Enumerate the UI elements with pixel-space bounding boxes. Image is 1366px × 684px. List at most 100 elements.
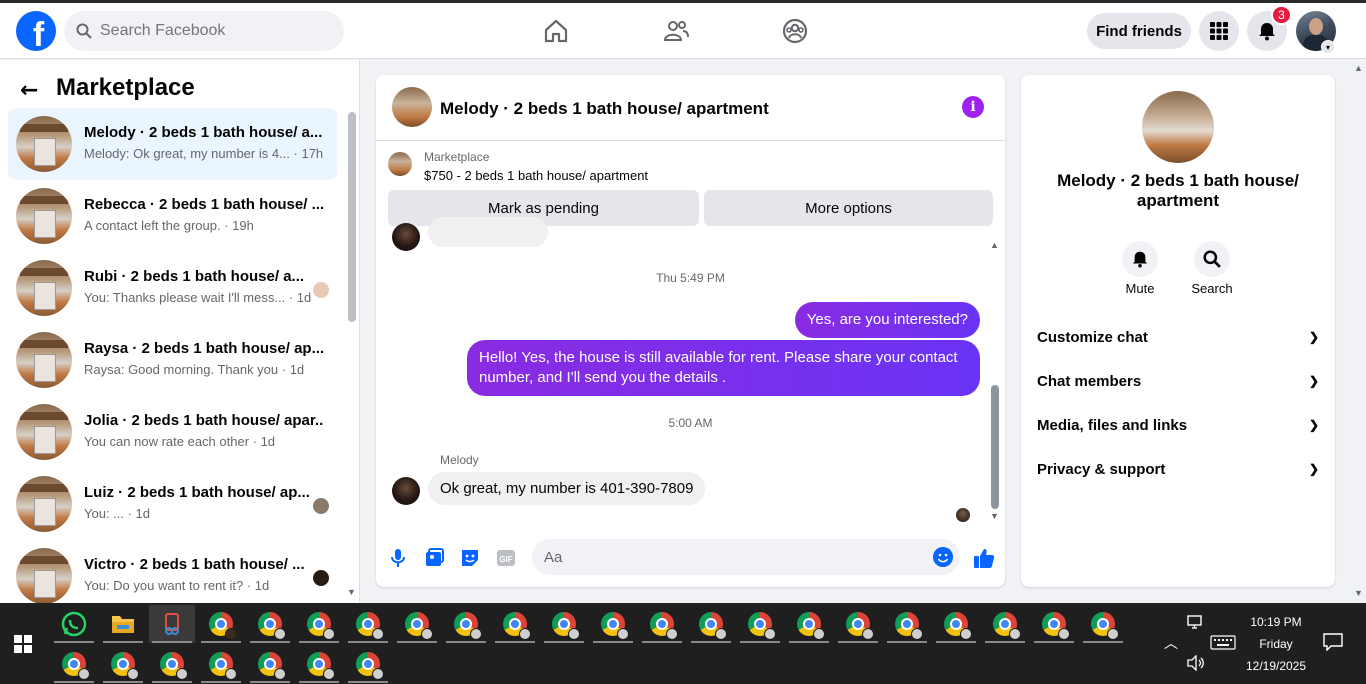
scroll-down-arrow-icon[interactable]: ▼: [990, 511, 999, 521]
media-files-links-section[interactable]: Media, files and links ❯: [1037, 405, 1319, 445]
chat-scrollbar[interactable]: [991, 385, 999, 509]
facebook-logo-icon[interactable]: f: [16, 11, 56, 51]
emoji-icon[interactable]: [933, 547, 953, 567]
chrome-taskbar-icon[interactable]: [394, 605, 440, 643]
chat-panel: Melody · 2 beds 1 bath house/ apartment …: [376, 75, 1005, 587]
keyboard-icon[interactable]: [1210, 635, 1236, 651]
chrome-taskbar-icon[interactable]: [688, 605, 734, 643]
marketplace-conversations-sidebar: ← Marketplace Melody · 2 beds 1 bath hou…: [0, 60, 360, 603]
message-thread: Thu 5:49 PM Yes, are you interested? Hel…: [376, 217, 1005, 527]
chrome-taskbar-icon[interactable]: [443, 605, 489, 643]
chrome-taskbar-icon[interactable]: [51, 645, 97, 683]
clock-date[interactable]: 12/19/2025: [1240, 659, 1312, 673]
notification-center-icon[interactable]: [1323, 633, 1343, 651]
chrome-taskbar-icon[interactable]: [345, 645, 391, 683]
network-icon[interactable]: [1187, 615, 1205, 631]
outgoing-message[interactable]: Yes, are you interested?: [794, 302, 980, 338]
sticker-icon[interactable]: [459, 547, 481, 569]
chrome-taskbar-icon[interactable]: [296, 605, 342, 643]
page-scroll-up-arrow-icon[interactable]: ▲: [1354, 63, 1363, 73]
thumbs-up-icon[interactable]: [972, 546, 996, 570]
snipping-tool-taskbar-icon[interactable]: [149, 605, 195, 643]
chrome-taskbar-icon[interactable]: [198, 605, 244, 643]
chat-details-panel: Melody · 2 beds 1 bath house/ apartment …: [1021, 75, 1335, 587]
chrome-taskbar-icon[interactable]: [639, 605, 685, 643]
chrome-taskbar-icon[interactable]: [1080, 605, 1126, 643]
chrome-taskbar-icon[interactable]: [541, 605, 587, 643]
chrome-taskbar-icon[interactable]: [247, 645, 293, 683]
chrome-taskbar-icon[interactable]: [1031, 605, 1077, 643]
listing-thumbnail: [16, 476, 72, 532]
seen-avatar: [313, 570, 329, 586]
menu-button[interactable]: [1199, 11, 1239, 51]
chat-members-section[interactable]: Chat members ❯: [1037, 361, 1319, 401]
chrome-taskbar-icon[interactable]: [100, 645, 146, 683]
windows-start-icon[interactable]: [14, 635, 32, 653]
privacy-support-section[interactable]: Privacy & support ❯: [1037, 449, 1319, 489]
conversation-avatar[interactable]: [1142, 91, 1214, 163]
conversation-item[interactable]: Rebecca · 2 beds 1 bath house/ ... A con…: [8, 180, 337, 252]
chrome-taskbar-icon[interactable]: [933, 605, 979, 643]
chrome-taskbar-icon[interactable]: [737, 605, 783, 643]
listing-thumbnail: [16, 188, 72, 244]
listing-title[interactable]: $750 - 2 beds 1 bath house/ apartment: [424, 168, 648, 183]
chrome-taskbar-icon[interactable]: [198, 645, 244, 683]
chrome-taskbar-icon[interactable]: [590, 605, 636, 643]
clock-day[interactable]: Friday: [1244, 637, 1308, 651]
page-scroll-down-arrow-icon[interactable]: ▼: [1354, 588, 1363, 598]
chrome-taskbar-icon[interactable]: [884, 605, 930, 643]
chrome-taskbar-icon[interactable]: [296, 645, 342, 683]
friends-icon[interactable]: [662, 17, 690, 45]
whatsapp-taskbar-icon[interactable]: [51, 605, 97, 643]
search-icon: [1203, 250, 1221, 268]
chrome-taskbar-icon[interactable]: [247, 605, 293, 643]
sidebar-scrollbar[interactable]: [348, 112, 356, 322]
chrome-taskbar-icon[interactable]: [982, 605, 1028, 643]
sender-avatar[interactable]: [392, 477, 420, 505]
conversation-name: Rubi · 2 beds 1 bath house/ a...: [84, 268, 305, 285]
chrome-taskbar-icon[interactable]: [149, 645, 195, 683]
message-input[interactable]: Aa: [532, 539, 960, 575]
conversation-item[interactable]: Melody · 2 beds 1 bath house/ a... Melod…: [8, 108, 337, 180]
conversation-item[interactable]: Luiz · 2 beds 1 bath house/ ap... You: .…: [8, 468, 337, 540]
clock-time[interactable]: 10:19 PM: [1244, 615, 1308, 629]
microphone-icon[interactable]: [387, 547, 409, 569]
grid-menu-icon: [1210, 22, 1228, 40]
listing-thumbnail: [16, 404, 72, 460]
conversation-item[interactable]: Rubi · 2 beds 1 bath house/ a... You: Th…: [8, 252, 337, 324]
photo-icon[interactable]: [423, 547, 445, 569]
groups-icon[interactable]: [781, 17, 809, 45]
find-friends-button[interactable]: Find friends: [1087, 13, 1191, 49]
search-input[interactable]: [100, 22, 320, 40]
home-icon[interactable]: [542, 17, 570, 45]
svg-text:GIF: GIF: [499, 555, 512, 564]
chat-avatar[interactable]: [392, 87, 432, 127]
mute-button[interactable]: Mute: [1110, 241, 1170, 296]
scroll-down-arrow-icon[interactable]: ▼: [347, 587, 356, 597]
conversation-item[interactable]: Raysa · 2 beds 1 bath house/ ap... Raysa…: [8, 324, 337, 396]
gif-icon[interactable]: GIF: [495, 547, 517, 569]
scroll-up-arrow-icon[interactable]: ▲: [990, 240, 999, 250]
volume-icon[interactable]: [1187, 655, 1205, 671]
back-arrow-icon[interactable]: ←: [20, 78, 38, 103]
chat-title[interactable]: Melody · 2 beds 1 bath house/ apartment: [440, 99, 769, 119]
more-options-button[interactable]: More options: [704, 190, 993, 226]
seen-avatar: [313, 498, 329, 514]
seen-avatar: [956, 508, 970, 522]
search-box[interactable]: [64, 11, 344, 51]
chevron-down-icon[interactable]: ▾: [1321, 40, 1335, 54]
chrome-taskbar-icon[interactable]: [345, 605, 391, 643]
info-icon[interactable]: i: [962, 96, 984, 118]
conversation-preview: You: Do you want to rent it? · 1d: [84, 578, 270, 593]
customize-chat-section[interactable]: Customize chat ❯: [1037, 317, 1319, 357]
search-conversation-button[interactable]: Search: [1182, 241, 1242, 296]
file-explorer-taskbar-icon[interactable]: [100, 605, 146, 643]
conversation-item[interactable]: Jolia · 2 beds 1 bath house/ apar... You…: [8, 396, 337, 468]
chrome-taskbar-icon[interactable]: [835, 605, 881, 643]
outgoing-message[interactable]: Hello! Yes, the house is still available…: [467, 340, 980, 396]
show-hidden-icons-chevron-icon[interactable]: ︿: [1164, 633, 1178, 653]
incoming-message[interactable]: Ok great, my number is 401-390-7809: [428, 472, 706, 505]
chrome-taskbar-icon[interactable]: [492, 605, 538, 643]
conversation-item[interactable]: Victro · 2 beds 1 bath house/ ... You: D…: [8, 540, 337, 603]
chrome-taskbar-icon[interactable]: [786, 605, 832, 643]
